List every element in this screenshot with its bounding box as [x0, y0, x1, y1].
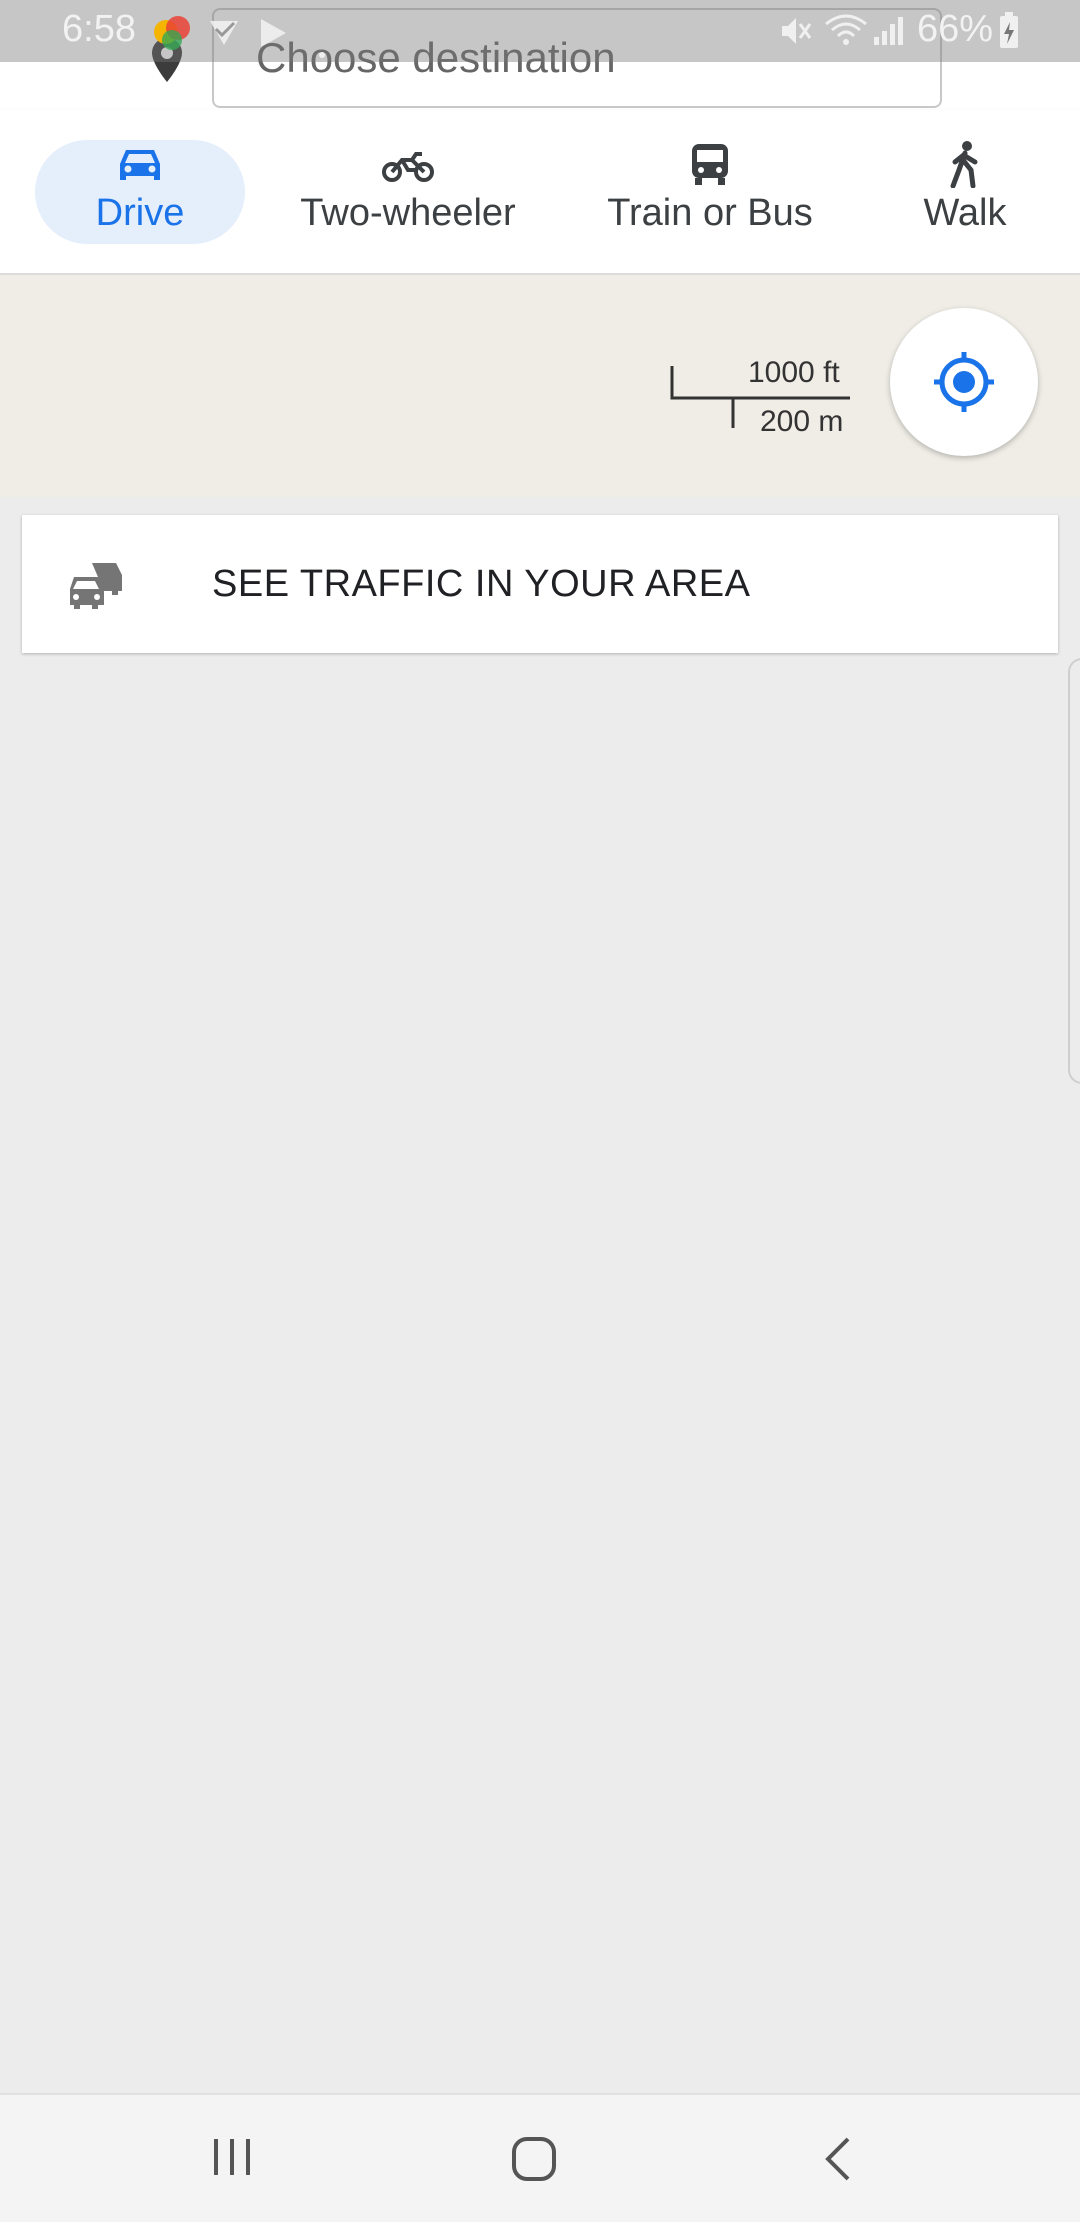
navigation-bar [0, 2093, 1080, 2222]
my-location-icon [934, 352, 994, 412]
tab-drive[interactable]: Drive [35, 140, 245, 244]
signal-icon [872, 14, 906, 57]
car-icon [120, 150, 160, 180]
check-notification-icon [208, 16, 240, 59]
battery-percent: 66% [917, 8, 994, 50]
tab-walk[interactable]: Walk [900, 140, 1030, 244]
scale-imperial-label: 1000 ft [748, 356, 840, 389]
mute-icon [778, 14, 814, 58]
more-notifications-icon [318, 26, 326, 69]
traffic-cars-icon [70, 563, 122, 609]
tab-walk-label: Walk [923, 192, 1007, 234]
status-bar: 6:58 66% [0, 0, 1080, 62]
traffic-card[interactable]: SEE TRAFFIC IN YOUR AREA [22, 515, 1058, 653]
tab-two-wheeler[interactable]: Two-wheeler [278, 140, 538, 244]
bus-icon [692, 144, 728, 185]
tab-train-or-bus-label: Train or Bus [607, 192, 813, 234]
tab-two-wheeler-label: Two-wheeler [300, 192, 516, 234]
my-location-button[interactable] [890, 308, 1038, 456]
side-panel-handle[interactable] [1068, 658, 1080, 1084]
recent-apps-icon[interactable] [210, 2135, 254, 2179]
travel-mode-bar: Drive Two-wheeler Train or Bus Walk [0, 110, 1080, 275]
battery-charging-icon [998, 12, 1020, 60]
app-notification-icon [152, 12, 192, 62]
scale-metric-label: 200 m [760, 405, 844, 438]
walk-icon [950, 141, 978, 188]
tab-drive-label: Drive [95, 192, 185, 234]
back-icon[interactable] [820, 2135, 854, 2183]
tab-train-or-bus[interactable]: Train or Bus [590, 140, 830, 244]
motorcycle-icon [382, 152, 434, 182]
home-icon[interactable] [510, 2135, 558, 2183]
traffic-card-label: SEE TRAFFIC IN YOUR AREA [212, 563, 751, 605]
status-time: 6:58 [62, 8, 136, 50]
play-store-icon [258, 16, 288, 59]
wifi-icon [824, 12, 868, 58]
